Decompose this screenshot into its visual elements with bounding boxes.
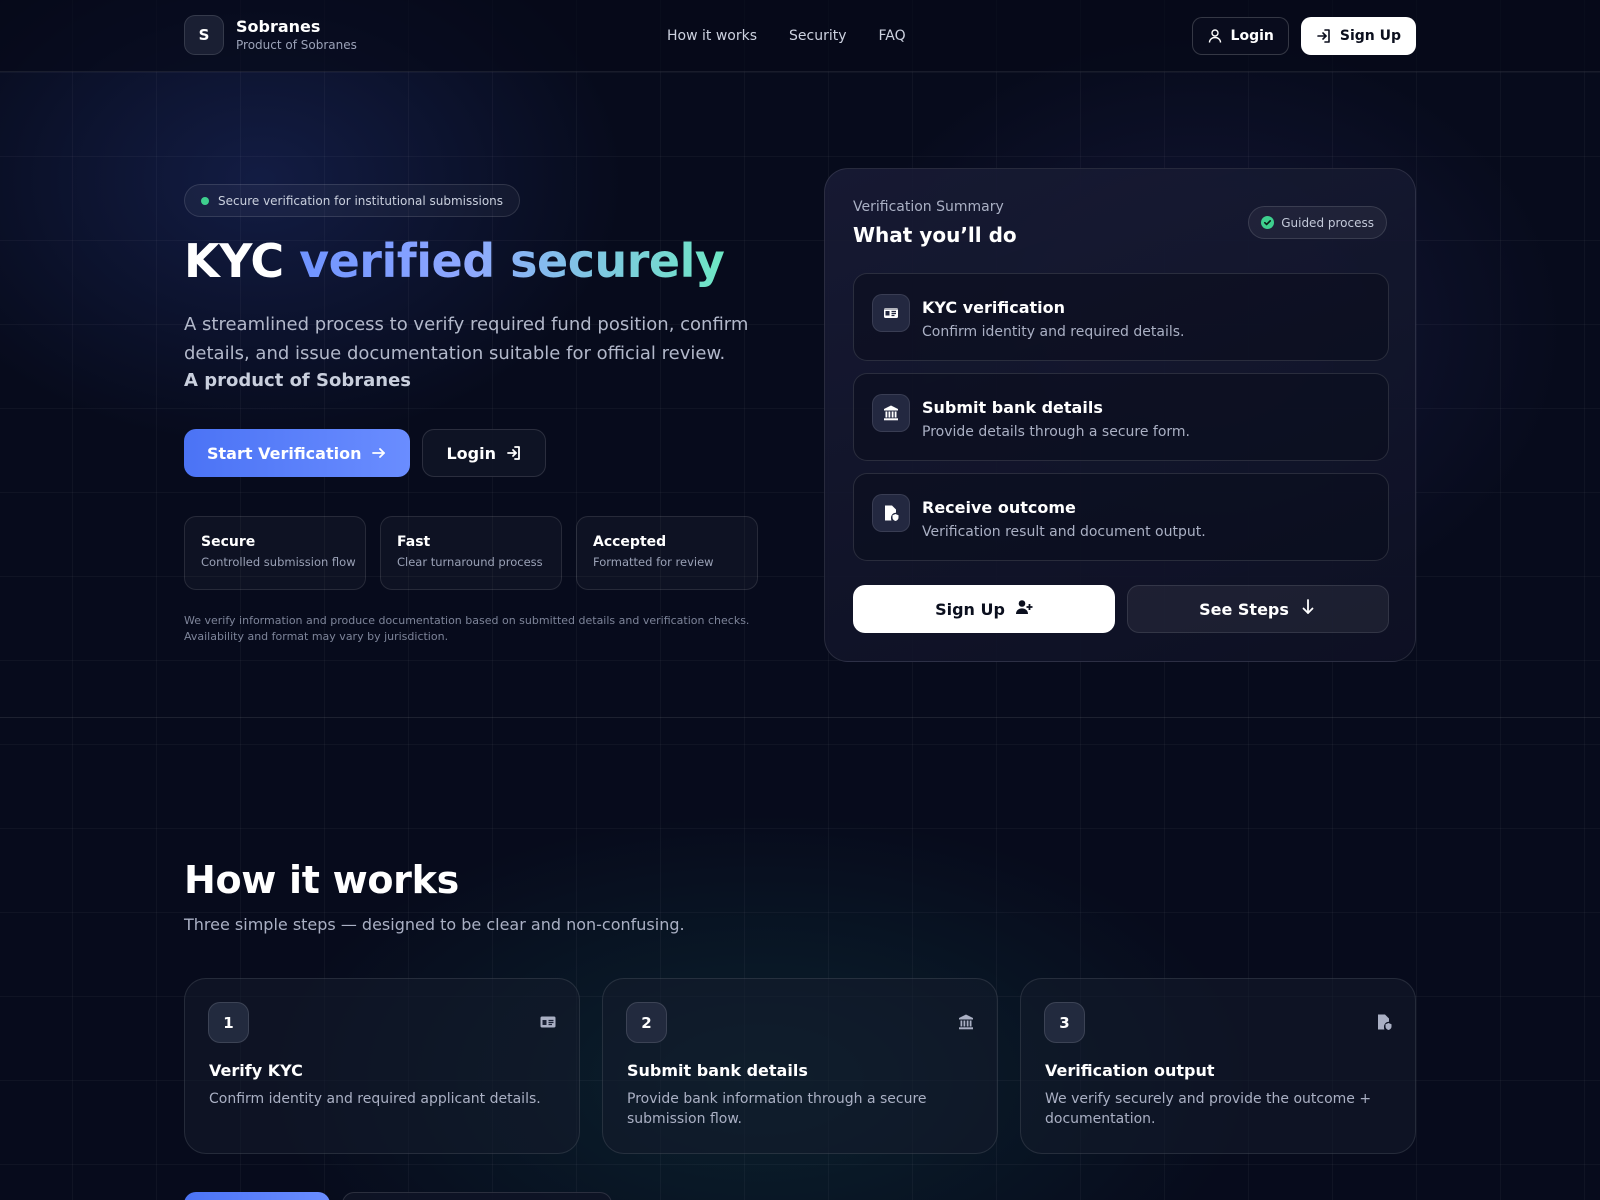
hero-title: KYC verified securely	[184, 234, 725, 288]
feature-accepted: Accepted Formatted for review	[576, 516, 758, 590]
step-number: 2	[626, 1002, 667, 1043]
hero-badge: Secure verification for institutional su…	[184, 184, 521, 217]
bank-icon	[957, 1013, 975, 1031]
card-title: Submit bank details	[627, 1061, 808, 1080]
bottom-secondary-button[interactable]	[342, 1192, 612, 1200]
nav-link-security[interactable]: Security	[789, 26, 847, 46]
section-divider	[0, 717, 1600, 718]
summary-signup-button[interactable]: Sign Up	[853, 585, 1115, 633]
hero-product-line: A product of Sobranes	[184, 370, 412, 391]
step-desc: Provide details through a secure form.	[922, 424, 1190, 440]
verification-summary-card: Verification Summary What you’ll do Guid…	[824, 168, 1416, 662]
step-number: 3	[1044, 1002, 1085, 1043]
hero-title-gradient: verified securely	[299, 234, 725, 288]
id-card-icon	[539, 1013, 557, 1031]
feature-list: Secure Controlled submission flow Fast C…	[184, 516, 758, 590]
hero-login-label: Login	[446, 443, 496, 463]
arrow-right-icon	[371, 445, 387, 461]
how-it-works-subtitle: Three simple steps — designed to be clea…	[184, 915, 685, 934]
summary-label: Verification Summary	[853, 199, 1004, 215]
step-title: Submit bank details	[922, 398, 1103, 417]
summary-step-bank: Submit bank details Provide details thro…	[853, 373, 1389, 461]
nav-link-how-it-works[interactable]: How it works	[667, 26, 757, 46]
brand-logo: S	[184, 15, 224, 55]
summary-title: What you’ll do	[853, 223, 1017, 247]
hero-title-plain: KYC	[184, 234, 300, 288]
hero-description: A streamlined process to verify required…	[184, 314, 749, 364]
start-verification-label: Start Verification	[207, 443, 362, 463]
guided-process-badge: Guided process	[1248, 206, 1387, 239]
top-header: S Sobranes Product of Sobranes How it wo…	[0, 0, 1600, 72]
step-desc: Verification result and document output.	[922, 524, 1206, 540]
status-dot	[201, 196, 209, 205]
feature-secure: Secure Controlled submission flow	[184, 516, 366, 590]
feature-desc: Formatted for review	[593, 555, 714, 569]
card-desc: Confirm identity and required applicant …	[209, 1091, 541, 1107]
bottom-primary-button[interactable]	[184, 1192, 330, 1200]
user-plus-icon	[1015, 598, 1033, 620]
header-login-button[interactable]: Login	[1191, 17, 1289, 55]
feature-title: Fast	[397, 534, 431, 550]
hero-login-button[interactable]: Login	[422, 429, 546, 477]
how-it-works-card-1: 1 Verify KYC Confirm identity and requir…	[184, 978, 580, 1154]
card-desc: We verify securely and provide the outco…	[1045, 1091, 1372, 1127]
summary-step-outcome: Receive outcome Verification result and …	[853, 473, 1389, 561]
card-desc: Provide bank information through a secur…	[627, 1091, 927, 1127]
check-circle-icon	[1261, 216, 1275, 229]
feature-title: Accepted	[593, 534, 667, 550]
bank-icon	[872, 394, 910, 432]
step-title: Receive outcome	[922, 498, 1076, 517]
disclaimer: We verify information and produce docume…	[184, 614, 750, 643]
feature-title: Secure	[201, 534, 256, 550]
step-number: 1	[208, 1002, 249, 1043]
brand[interactable]: S Sobranes Product of Sobranes	[184, 15, 357, 55]
brand-subtitle: Product of Sobranes	[236, 38, 357, 52]
user-icon	[1207, 28, 1223, 44]
sign-in-icon	[506, 445, 522, 461]
how-it-works-title: How it works	[184, 858, 459, 902]
start-verification-button[interactable]: Start Verification	[184, 429, 411, 477]
file-shield-icon	[1375, 1013, 1393, 1031]
brand-name: Sobranes	[236, 17, 321, 36]
card-title: Verification output	[1045, 1061, 1215, 1080]
hero-badge-text: Secure verification for institutional su…	[218, 193, 504, 208]
see-steps-button[interactable]: See Steps	[1127, 585, 1389, 633]
see-steps-label: See Steps	[1199, 599, 1289, 619]
feature-fast: Fast Clear turnaround process	[380, 516, 562, 590]
main-nav: How it works Security FAQ	[667, 26, 938, 46]
file-shield-icon	[872, 494, 910, 532]
id-card-icon	[872, 294, 910, 332]
how-it-works-card-3: 3 Verification output We verify securely…	[1020, 978, 1416, 1154]
step-title: KYC verification	[922, 298, 1066, 317]
nav-link-faq[interactable]: FAQ	[879, 26, 906, 46]
summary-signup-label: Sign Up	[935, 599, 1005, 619]
summary-step-kyc: KYC verification Confirm identity and re…	[853, 273, 1389, 361]
guided-process-label: Guided process	[1281, 215, 1374, 230]
card-title: Verify KYC	[209, 1061, 303, 1080]
step-desc: Confirm identity and required details.	[922, 324, 1185, 340]
how-it-works-card-2: 2 Submit bank details Provide bank infor…	[602, 978, 998, 1154]
header-signup-button[interactable]: Sign Up	[1300, 17, 1416, 55]
arrow-down-icon	[1299, 598, 1317, 620]
feature-desc: Controlled submission flow	[201, 555, 356, 569]
header-login-label: Login	[1230, 28, 1274, 44]
feature-desc: Clear turnaround process	[397, 555, 543, 569]
header-signup-label: Sign Up	[1339, 28, 1401, 44]
sign-in-icon	[1316, 28, 1332, 44]
